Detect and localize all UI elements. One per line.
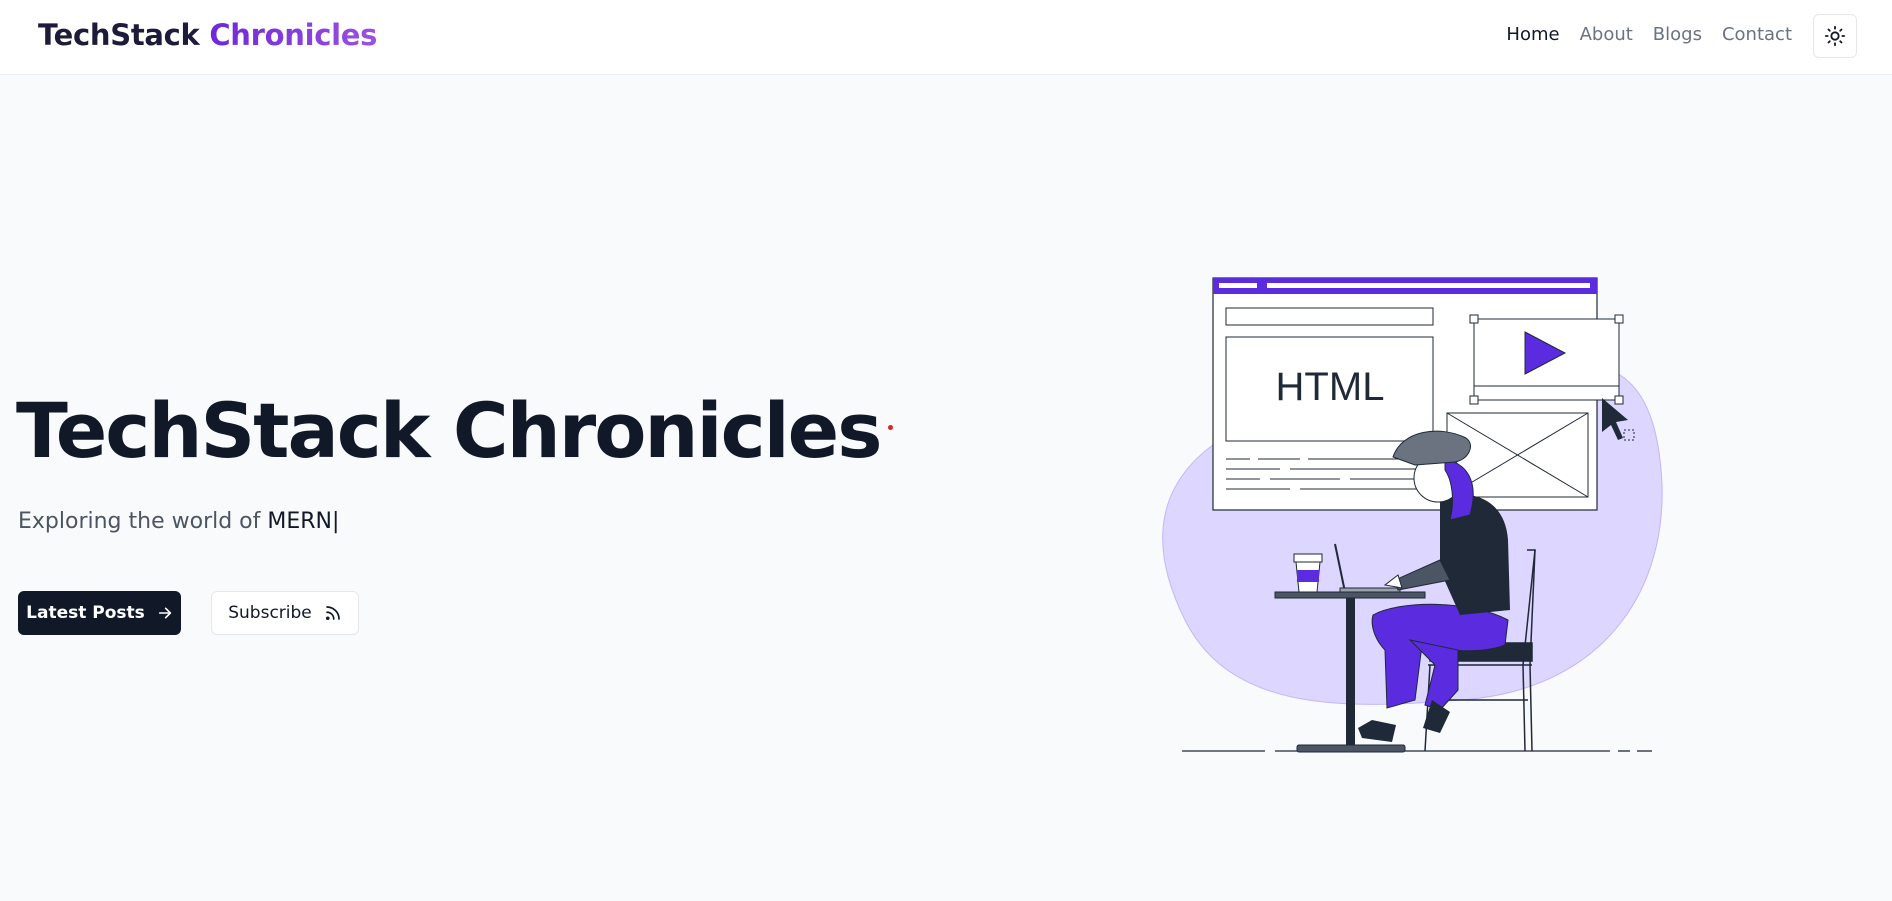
rss-icon: [325, 606, 340, 621]
nav-link-home[interactable]: Home: [1506, 24, 1559, 45]
arrow-right-icon: [158, 607, 171, 619]
latest-posts-label: Latest Posts: [26, 603, 145, 623]
subscribe-label: Subscribe: [228, 603, 312, 623]
site-logo[interactable]: TechStack Chronicles: [38, 18, 377, 52]
typewriter-text: MERN: [267, 509, 333, 534]
red-dot: [888, 425, 893, 430]
html-label: HTML: [1276, 365, 1385, 409]
coffee-cup: [1293, 553, 1323, 593]
sun-icon: [1824, 25, 1846, 47]
main-nav: Home About Blogs Contact: [1506, 24, 1792, 45]
hero-subtitle: Exploring the world of MERN|: [18, 509, 339, 534]
nav-link-about[interactable]: About: [1580, 24, 1633, 45]
nav-link-blogs[interactable]: Blogs: [1653, 24, 1702, 45]
hero-subtitle-prefix: Exploring the world of: [18, 509, 261, 534]
navbar: TechStack Chronicles Home About Blogs Co…: [0, 0, 1892, 75]
hero-illustration: HTML: [1162, 277, 1663, 753]
subscribe-button[interactable]: Subscribe: [211, 591, 359, 635]
typewriter-cursor: |: [332, 509, 340, 534]
latest-posts-button[interactable]: Latest Posts: [18, 591, 181, 635]
hero-title: TechStack Chronicles: [16, 386, 882, 475]
brand-text-part1: TechStack: [38, 18, 200, 52]
nav-link-contact[interactable]: Contact: [1722, 24, 1792, 45]
theme-toggle-button[interactable]: [1813, 14, 1857, 58]
brand-text-part2: Chronicles: [209, 18, 378, 52]
